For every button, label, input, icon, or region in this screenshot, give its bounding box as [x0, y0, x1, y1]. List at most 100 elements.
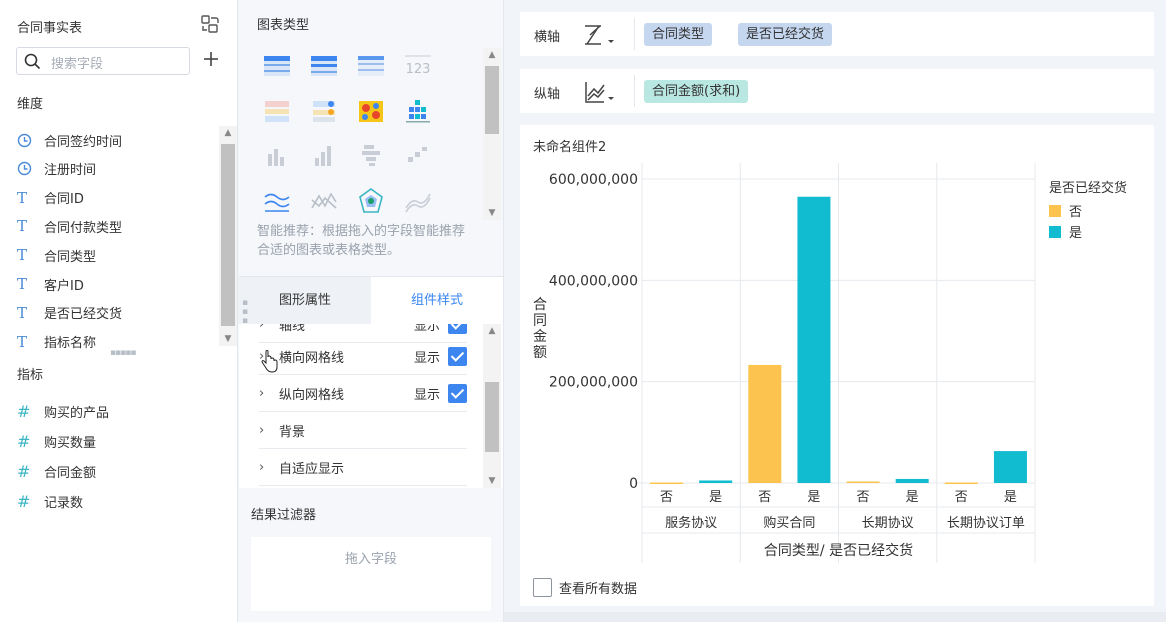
column-chart-icon[interactable] [262, 140, 292, 170]
radar-chart-icon[interactable] [356, 186, 386, 216]
scroll-up-icon[interactable]: ▲ [483, 324, 501, 338]
field-label: 注册时间 [44, 163, 97, 179]
text-type-icon: T [17, 188, 28, 207]
scroll-thumb[interactable] [485, 382, 499, 452]
field-label: 合同签约时间 [44, 134, 123, 150]
line-chart-icon[interactable] [262, 186, 292, 216]
polyline-chart-icon[interactable] [309, 186, 339, 216]
legend-swatch [1049, 204, 1061, 217]
y-tick-label: 400,000,000 [549, 273, 638, 289]
kpi-card-icon[interactable] [262, 96, 292, 126]
view-all-data-toggle[interactable]: 查看所有数据 [533, 578, 637, 597]
chart-types-scrollbar[interactable]: ▲ ▼ [483, 48, 501, 220]
prop-adaptive-display[interactable]: › 自适应显示 [259, 449, 467, 486]
search-placeholder: 搜索字段 [51, 57, 104, 72]
dimension-field-item[interactable]: 合同签约时间 [17, 128, 217, 152]
bar-chart: 600,000,000 400,000,000 200,000,000 0 否 是服务协议… [549, 163, 1036, 563]
x-group-label: 服务协议 [665, 515, 717, 531]
table-chart-icon[interactable] [262, 51, 292, 81]
measure-field-item[interactable]: # 购买数量 [17, 429, 217, 453]
scroll-up-icon[interactable]: ▲ [483, 48, 501, 62]
vertical-grid-checkbox[interactable] [448, 383, 467, 403]
grouped-column-icon[interactable] [309, 140, 339, 170]
field-label: 指标名称 [44, 336, 97, 352]
measure-field-item[interactable]: # 购买的产品 [17, 399, 217, 423]
tab-shape-properties[interactable]: 图形属性 [239, 277, 371, 325]
scroll-down-icon[interactable]: ▼ [483, 206, 501, 220]
text-type-icon: T [17, 246, 28, 265]
legend-title: 是否已经交货 [1049, 181, 1128, 196]
legend-item-no[interactable]: 否 [1049, 201, 1082, 220]
switch-table-icon[interactable] [200, 14, 220, 34]
scroll-thumb[interactable] [485, 66, 499, 134]
x-category-label: 是 [1004, 490, 1017, 505]
waterfall-icon[interactable] [403, 140, 433, 170]
cross-table-icon[interactable] [309, 51, 339, 81]
dimension-field-item[interactable]: T 是否已经交货 [17, 301, 217, 325]
area-chart-icon[interactable] [403, 186, 433, 216]
measures-title: 指标 [17, 368, 44, 383]
scroll-down-icon[interactable]: ▼ [219, 332, 237, 346]
dimension-field-item[interactable]: T 合同类型 [17, 243, 217, 267]
scroll-thumb[interactable] [221, 144, 235, 326]
measure-field-item[interactable]: # 记录数 [17, 489, 217, 513]
chevron-right-icon: › [259, 385, 265, 401]
heatmap-icon[interactable] [356, 96, 386, 126]
y-field-pill-amount[interactable]: 合同金额(求和) [644, 80, 749, 103]
chevron-right-icon: › [259, 459, 265, 475]
field-search-input[interactable]: 搜索字段 [16, 47, 190, 75]
horizontal-grid-checkbox[interactable] [448, 346, 467, 366]
y-tick-label: 0 [629, 476, 638, 492]
detail-table-icon[interactable] [356, 51, 386, 81]
measure-field-item[interactable]: # 合同金额 [17, 459, 217, 483]
property-tabs: 图形属性 组件样式 [239, 276, 503, 325]
filter-drop-zone[interactable]: 拖入字段 [251, 537, 491, 611]
hash-icon: # [17, 491, 31, 511]
data-panel: 合同事实表 搜索字段 维度 合同签约时间 注册时间 T 合同ID T 合同付款类型 T 合同类… [0, 0, 238, 622]
x-group-label: 购买合同 [763, 515, 815, 531]
prop-horizontal-grid[interactable]: › 横向网格线 显示 [259, 338, 467, 375]
x-field-pill-contract-type[interactable]: 合同类型 [644, 23, 713, 46]
x-category-label: 是 [807, 490, 820, 505]
y-axis-label: 纵轴 [534, 87, 561, 102]
x-category-label: 否 [660, 490, 673, 505]
scroll-up-icon[interactable]: ▲ [219, 126, 237, 140]
dimension-field-item[interactable]: T 客户ID [17, 272, 217, 296]
config-panel: 图表类型 123 ▲ ▼ 智能推荐：根据拖入的字段智能推荐合适的图表或表格类型。… [239, 0, 504, 622]
chart-type-grid: 123 [257, 48, 479, 223]
x-category-label: 否 [955, 490, 968, 505]
dimension-field-item[interactable]: T 合同ID [17, 186, 217, 210]
dimensions-title: 维度 [17, 97, 44, 112]
view-all-checkbox[interactable] [533, 578, 552, 597]
dimensions-scrollbar[interactable]: ▲ ▼ [219, 126, 237, 346]
smart-recommend-text: 智能推荐：根据拖入的字段智能推荐合适的图表或表格类型。 [257, 224, 466, 258]
axis-line-checkbox[interactable] [448, 324, 467, 334]
bar-no [748, 364, 782, 483]
bar-chart-icon[interactable] [356, 140, 386, 170]
properties-scrollbar[interactable]: ▲ ▼ [483, 324, 501, 488]
dimension-field-item[interactable]: T 合同付款类型 [17, 214, 217, 238]
text-type-icon: T [17, 332, 28, 351]
y-tick-label: 200,000,000 [549, 375, 638, 391]
tab-component-style[interactable]: 组件样式 [371, 277, 503, 325]
chart-component[interactable]: 未命名组件2 600,000,000 400,000,000 200,000,000… [520, 125, 1154, 606]
panel-resize-handle[interactable]: ▪▪▪▪▪ [110, 348, 136, 358]
prop-vertical-grid[interactable]: › 纵向网格线 显示 [259, 375, 467, 412]
dimension-field-item[interactable]: 注册时间 [17, 157, 217, 181]
field-label: 客户ID [44, 278, 84, 294]
chevron-right-icon: › [259, 324, 265, 332]
legend-item-yes[interactable]: 是 [1049, 222, 1082, 241]
text-type-icon: T [17, 275, 28, 293]
x-field-pill-delivered[interactable]: 是否已经交货 [738, 23, 833, 46]
x-axis-type-dropdown[interactable] [582, 21, 616, 49]
kpi-number-icon[interactable]: 123 [403, 51, 433, 81]
panel-resize-handle[interactable]: ▪▪▪ [240, 298, 250, 325]
x-category-label: 是 [906, 490, 919, 505]
prop-background[interactable]: › 背景 [259, 412, 467, 449]
indicator-card-icon[interactable] [309, 96, 339, 126]
dot-matrix-icon[interactable] [403, 96, 433, 126]
bar-yes [699, 480, 733, 483]
scroll-down-icon[interactable]: ▼ [483, 474, 501, 488]
y-axis-type-dropdown[interactable] [582, 78, 616, 106]
add-field-button[interactable] [202, 50, 220, 68]
